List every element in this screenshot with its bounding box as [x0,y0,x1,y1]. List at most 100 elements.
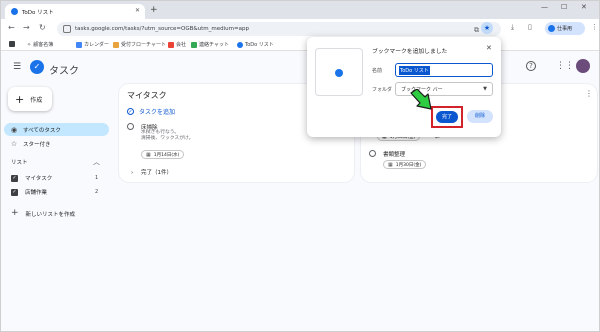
bookmark-thumbnail [315,48,363,96]
app-title: タスク [49,66,79,77]
tab-title: ToDo リスト [22,9,54,16]
maximize-icon[interactable]: ☐ [561,3,567,11]
folder-label: フォルダ [372,87,393,93]
main-menu-icon[interactable]: ☰ [13,62,21,72]
chat-icon [191,41,197,48]
browser-tab[interactable]: ToDo リスト ✕ [5,4,145,19]
downloads-icon[interactable]: ⤓ [511,23,514,32]
check-circle-icon: ◉ [10,125,18,134]
sidebar-item-label: スター付き [23,141,51,148]
tab-close-icon[interactable]: ✕ [135,7,140,14]
done-button[interactable]: 完了 [436,111,458,123]
lists-section-header[interactable]: リスト ︿ [11,158,101,166]
bookmark-label: 連絡チャット [199,42,229,48]
dialog-title: ブックマークを追加しました [372,49,448,55]
star-icon: ☆ [10,139,18,148]
url-text: tasks.google.com/tasks/?utm_source=OGB&u… [75,26,249,32]
calendar-icon: ▦ [388,161,393,168]
calendar-icon [76,41,82,48]
minimize-icon[interactable]: — [541,3,548,11]
tasks-favicon-icon [11,8,18,15]
completed-toggle[interactable]: › 完了（1件） [131,168,172,176]
list-count: 2 [95,189,99,195]
bookmark-star-icon[interactable]: ★ [481,22,493,34]
account-avatar[interactable] [576,59,590,73]
profile-avatar-icon [548,25,555,32]
bookmark-label: 受付フローチャート [121,42,166,48]
close-window-icon[interactable]: ✕ [581,3,587,11]
plus-icon: + [15,92,25,106]
task-desc-line2: 清掃後、ワックスがけ。 [141,136,194,141]
bookmark-todo[interactable]: ToDo リスト [237,41,274,48]
task-complete-radio[interactable] [369,150,376,157]
add-task-label: タスクを追加 [139,109,176,116]
create-label: 作成 [30,96,43,104]
add-task-button[interactable]: ✓ タスクを追加 [127,107,175,116]
delete-button[interactable]: 削除 [467,110,493,123]
gmail-icon [168,41,174,48]
bookmark-label: 顧客名簿 [33,42,54,48]
name-label: 名前 [372,68,383,74]
bookmark-company[interactable]: 会社 [168,41,186,48]
bookmark-flowchart[interactable]: 受付フローチャート [113,41,166,48]
flowchart-icon [113,41,119,48]
reload-icon[interactable]: ↻ [39,23,46,33]
new-tab-button[interactable]: + [150,4,158,16]
help-icon[interactable]: ? [526,61,536,71]
sidebar-item-starred[interactable]: ☆ スター付き [4,137,109,150]
back-icon[interactable]: ← [8,23,15,33]
bookmark-label: カレンダー [84,42,110,48]
dropdown-arrow-icon: ▼ [483,86,487,92]
app-header: ☰ ✓ タスク ? ⋮⋮ [1,52,599,82]
checkbox-checked-icon[interactable]: ✓ [11,188,18,196]
bookmark-label: 会社 [176,42,187,48]
chevron-up-icon[interactable]: ︿ [93,157,100,167]
add-task-icon: ✓ [127,108,134,115]
create-button[interactable]: + 作成 [8,87,52,111]
pointer-arrow-icon [410,89,432,110]
sidebar-item-label: すべてのタスク [23,127,61,134]
lists-header: リスト [11,160,28,166]
list-item-mytasks[interactable]: ✓ マイタスク 1 [11,173,101,183]
completed-label: 完了（1件） [140,170,172,176]
bookmark-name-value: ToDo リスト [399,65,430,75]
browser-menu-icon[interactable]: ⋮ [591,23,598,31]
bookmark-chat[interactable]: 連絡チャット [191,41,229,48]
bookmark-calendar[interactable]: カレンダー [76,41,109,48]
list-item-store[interactable]: ✓ 店舗作業 2 [11,187,101,197]
apps-grid-icon[interactable]: ⋮⋮ [556,61,574,71]
list-label: マイタスク [25,176,53,182]
url-bar[interactable]: tasks.google.com/tasks/?utm_source=OGB&u… [57,22,501,36]
more-options-icon[interactable]: ⋮ [585,89,593,98]
tab-strip: ToDo リスト ✕ + — ☐ ✕ [1,1,599,19]
plus-icon: + [11,208,19,218]
task-complete-radio[interactable] [127,123,134,130]
bookmark-added-dialog: ブックマークを追加しました ✕ 名前 ToDo リスト フォルダ ブックマーク … [307,37,501,137]
address-bar-row: ← → ↻ tasks.google.com/tasks/?utm_source… [1,19,599,39]
task-title[interactable]: 書類整理 [383,150,405,158]
bookmark-apps[interactable] [9,41,17,47]
forward-icon[interactable]: → [23,23,30,33]
new-list-label: 新しいリストを作成 [25,211,76,218]
list-label: 店舗作業 [25,190,48,196]
bookmark-name-field[interactable]: ToDo リスト [395,63,493,77]
install-app-icon[interactable]: ⧉ [474,26,479,35]
bookmark-customers[interactable]: ✧ 顧客名簿 [27,41,54,49]
task-date-chip[interactable]: ▦ 1月30日(金) [383,160,427,169]
bookmark-label: ToDo リスト [245,42,274,48]
side-panel-icon[interactable]: ▯ [528,23,532,31]
site-info-icon[interactable] [63,25,71,33]
tasks-logo-icon: ✓ [30,60,44,74]
sidebar-item-all-tasks[interactable]: ◉ すべてのタスク [4,123,109,136]
bookmarks-bar: ✧ 顧客名簿 カレンダー 受付フローチャート 会社 連絡チャット ToDo リス… [1,39,599,51]
close-icon[interactable]: ✕ [486,44,492,52]
profile-button[interactable]: 仕事用 [545,22,585,35]
nav-app-icon [9,41,15,47]
task-date-chip[interactable]: ▦ 1月14日(水) [141,150,185,159]
browser-window: ToDo リスト ✕ + — ☐ ✕ ← → ↻ tasks.google.co… [0,0,600,332]
tasks-icon [237,41,243,48]
checkbox-checked-icon[interactable]: ✓ [11,174,18,182]
list-count: 1 [95,175,99,181]
task-date: 1月30日(金) [395,162,422,168]
new-list-button[interactable]: + 新しいリストを作成 [11,209,75,218]
